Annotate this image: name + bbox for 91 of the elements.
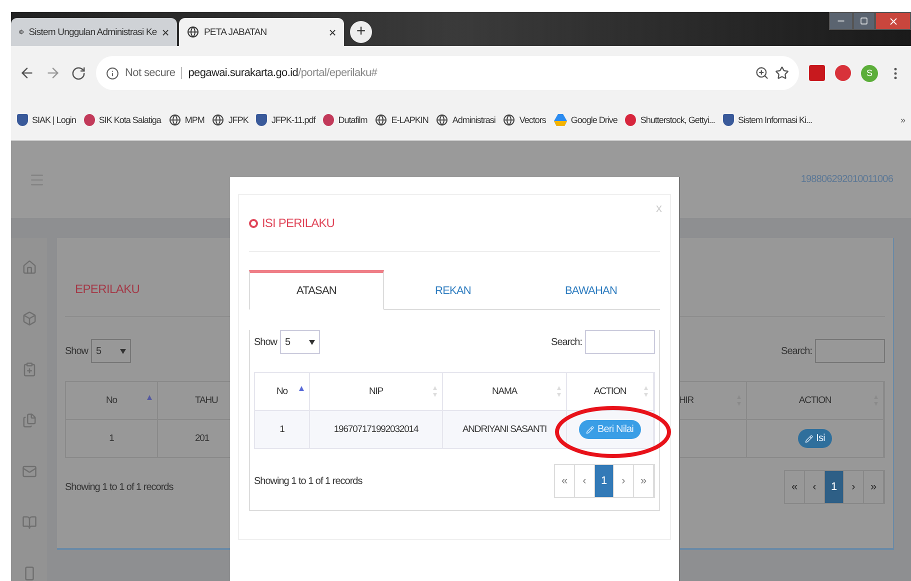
globe-icon [375, 114, 388, 126]
search-field[interactable] [815, 339, 885, 363]
book-icon[interactable] [22, 515, 36, 530]
url-text: pegawai.surakarta.go.id/portal/eperilaku# [188, 67, 378, 79]
pagination-button[interactable]: 1 [825, 471, 844, 503]
table-cell: 196707171992032014 [334, 424, 418, 435]
bookmark[interactable]: Shutterstock, Gettyi... [625, 114, 715, 126]
zoom-icon[interactable] [755, 66, 769, 80]
security-label: Not secure [125, 67, 182, 79]
show-label: Show [65, 346, 88, 356]
address-bar[interactable]: Not secure pegawai.surakarta.go.id/portal/eperilaku# [96, 56, 799, 90]
forward-icon[interactable] [45, 65, 61, 81]
pagination-button[interactable]: « [555, 465, 575, 497]
bookmark[interactable]: E-LAPKIN [375, 114, 428, 126]
bookmark[interactable]: Administrasi [436, 114, 496, 126]
column-header[interactable]: ACTION [594, 386, 626, 397]
bookmark[interactable]: JFPK-11.pdf [256, 114, 316, 126]
caret-icon [309, 340, 316, 344]
pagination-button[interactable]: › [844, 471, 864, 503]
column-header[interactable]: No [276, 386, 288, 397]
search-label: Search: [551, 336, 582, 348]
globe-icon [436, 114, 448, 126]
browser-tab[interactable]: Sistem Unggulan Administrasi Ke × [11, 18, 177, 46]
table-cell: 1 [109, 433, 114, 444]
tab[interactable]: ATASAN [249, 270, 384, 310]
cube-icon[interactable] [22, 311, 36, 326]
search-label: Search: [781, 346, 812, 356]
caret-icon [120, 348, 126, 354]
fill-button[interactable]: Isi [798, 429, 832, 448]
tab-close[interactable]: × [162, 24, 169, 40]
pagination-button[interactable]: › [614, 465, 634, 497]
table-cell: 1 [280, 424, 284, 435]
pagination-button[interactable]: » [634, 465, 654, 497]
reload-icon[interactable] [71, 66, 86, 80]
sort-ascending-icon[interactable] [147, 395, 152, 402]
table-cell: ANDRIYANI SASANTI [462, 424, 547, 435]
close-button[interactable] [875, 12, 911, 30]
globe-icon [168, 114, 181, 126]
column-header[interactable]: No [106, 395, 117, 406]
tab-title: PETA JABATAN [204, 26, 268, 38]
home-icon[interactable] [22, 260, 36, 275]
bookmark[interactable]: MPM [168, 114, 204, 126]
records-info: Showing 1 to 1 of 1 records [65, 482, 174, 492]
column-header[interactable]: ACTION [798, 395, 832, 406]
back-icon[interactable] [19, 65, 35, 81]
globe-icon [503, 114, 516, 126]
column-header[interactable]: NIP [368, 386, 384, 397]
tab-close[interactable]: × [328, 24, 336, 40]
browser-tab[interactable]: PETA JABATAN × [179, 18, 344, 46]
shield-icon [722, 114, 734, 126]
table-cell: 201 [195, 433, 210, 444]
modal-title: ISI PERILAKU [262, 216, 335, 230]
bookmark[interactable]: SIK Kota Salatiga [84, 114, 161, 126]
records-info: Showing 1 to 1 of 1 records [254, 476, 362, 486]
close-icon [888, 16, 898, 26]
star-icon[interactable] [775, 66, 789, 80]
column-header[interactable]: NAMA [492, 386, 518, 397]
bookmark[interactable]: SIAK | Login [17, 114, 76, 126]
sort-icon[interactable] [557, 386, 561, 397]
column-header[interactable]: TAHU [195, 395, 218, 406]
bookmark[interactable]: Google Drive [554, 114, 618, 126]
pencil-icon [586, 426, 594, 434]
new-tab-button[interactable]: + [350, 21, 372, 43]
page-size-select[interactable]: 5 [91, 339, 132, 363]
restore-icon [860, 17, 868, 25]
globe-icon [187, 26, 199, 38]
page-size-select[interactable]: 5 [280, 330, 320, 354]
shield-icon [256, 114, 268, 126]
sort-icon[interactable] [433, 386, 437, 397]
info-icon[interactable] [106, 66, 119, 80]
bookmark[interactable]: Dutafilm [323, 114, 368, 126]
bookmark[interactable]: Sistem Informasi Ki... [722, 114, 812, 126]
shield-icon [17, 114, 28, 126]
bookmark[interactable]: Vectors [503, 114, 546, 126]
clipboard-icon[interactable] [22, 362, 36, 377]
globe-icon [212, 114, 224, 126]
sort-icon[interactable] [644, 386, 648, 397]
bookmark[interactable]: JFPK [212, 114, 248, 126]
column-header[interactable]: HIR [679, 395, 694, 406]
pencil-icon [805, 434, 814, 442]
restore-button[interactable] [853, 12, 875, 30]
sort-ascending-icon[interactable] [299, 386, 304, 393]
more-bookmarks[interactable]: » [900, 115, 905, 125]
files-icon[interactable] [22, 413, 36, 428]
pagination-button[interactable]: 1 [595, 465, 614, 497]
pagination-button[interactable]: » [864, 471, 884, 503]
pagination-button[interactable]: « [785, 471, 805, 503]
mail-icon[interactable] [22, 464, 36, 479]
show-label: Show [254, 336, 278, 348]
tab-title: Sistem Unggulan Administrasi Ke [28, 26, 157, 38]
user-id: 198806292010011006 [800, 174, 893, 185]
